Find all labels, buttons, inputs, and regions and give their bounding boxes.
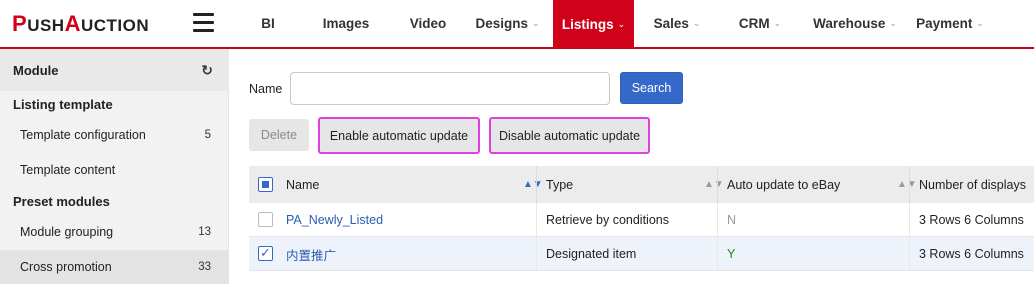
sidebar-item-template-configuration[interactable]: Template configuration 5 — [0, 118, 229, 152]
hamburger-menu-icon[interactable] — [193, 13, 214, 33]
table-header: Name ▲▼ Type ▲▼ Auto update to eBay ▲▼ N… — [249, 166, 1034, 203]
nav-label: Sales — [653, 16, 689, 31]
sidebar-item-label: Template content — [20, 163, 116, 177]
table-row[interactable]: PA_Newly_Listed Retrieve by conditions N… — [249, 203, 1034, 237]
sidebar-item-label: Module grouping — [20, 225, 114, 239]
logo-letters-ush: USH — [27, 16, 65, 35]
nav-item-warehouse[interactable]: Warehouse ⌄ — [800, 0, 910, 47]
name-search-input[interactable] — [290, 72, 610, 105]
sidebar-header: Module ↻ — [0, 49, 229, 91]
column-header-label: Number of displays — [919, 177, 1026, 192]
module-name-link[interactable]: 内置推广 — [286, 237, 336, 271]
row-checkbox[interactable] — [258, 212, 273, 227]
nav-label: CRM — [738, 16, 770, 31]
sidebar: Module ↻ Listing template Template confi… — [0, 49, 229, 284]
sort-icon[interactable]: ▲▼ — [523, 179, 543, 190]
chevron-down-icon: ⌄ — [531, 18, 540, 28]
column-divider — [717, 203, 718, 237]
sidebar-item-count: 33 — [198, 261, 211, 273]
sidebar-section-preset-modules: Preset modules — [13, 194, 110, 209]
nav-item-video[interactable]: Video — [394, 0, 462, 47]
nav-label: Listings — [561, 17, 614, 32]
main-content: Name Search Delete Enable automatic upda… — [230, 49, 1034, 283]
row-checkbox[interactable] — [258, 245, 273, 261]
delete-button[interactable]: Delete — [249, 119, 309, 151]
column-header-label: Auto update to eBay — [727, 177, 841, 192]
sidebar-title: Module — [13, 62, 59, 78]
sidebar-item-count: 5 — [204, 129, 211, 141]
sidebar-item-count: 13 — [198, 226, 211, 238]
sidebar-item-template-content[interactable]: Template content — [0, 153, 229, 187]
auto-update-cell: N — [727, 213, 737, 227]
column-divider — [717, 237, 718, 271]
column-divider — [717, 166, 718, 203]
pushauction-logo[interactable]: P USH A UCTION — [12, 11, 149, 37]
nav-label: Designs — [475, 16, 528, 31]
column-divider — [536, 203, 537, 237]
chevron-down-icon: ⌄ — [773, 18, 782, 28]
sidebar-item-module-grouping[interactable]: Module grouping 13 — [0, 215, 229, 249]
nav-label: Payment — [916, 16, 973, 31]
refresh-icon[interactable]: ↻ — [201, 62, 213, 79]
column-divider — [909, 166, 910, 203]
sidebar-item-label: Cross promotion — [20, 260, 112, 274]
logo-letters-uction: UCTION — [80, 16, 150, 35]
auto-update-cell: Y — [727, 247, 736, 261]
sidebar-item-cross-promotion[interactable]: Cross promotion 33 — [0, 250, 229, 284]
main-nav: BI Images Video Designs ⌄ Listings ⌄ Sales… — [238, 0, 990, 49]
nav-item-bi[interactable]: BI — [238, 0, 298, 47]
type-cell: Designated item — [546, 247, 637, 261]
column-header-auto-update[interactable]: Auto update to eBay ▲▼ — [727, 166, 917, 203]
nav-label: Images — [322, 16, 370, 31]
logo-letter-a: A — [64, 11, 81, 36]
column-divider — [536, 166, 537, 203]
nav-label: BI — [261, 16, 275, 31]
sort-icon[interactable]: ▲▼ — [897, 179, 917, 190]
chevron-down-icon: ⌄ — [976, 18, 984, 28]
logo-letter-p: P — [12, 11, 28, 36]
column-header-type[interactable]: Type ▲▼ — [546, 166, 724, 203]
select-all-checkbox[interactable] — [258, 177, 273, 192]
search-button[interactable]: Search — [620, 72, 683, 104]
column-header-label: Type — [546, 177, 574, 192]
column-header-label: Name — [286, 177, 320, 192]
nav-item-sales[interactable]: Sales ⌄ — [634, 0, 720, 47]
sort-icon[interactable]: ▲▼ — [704, 179, 724, 190]
displays-cell: 3 Rows 6 Columns — [919, 247, 1024, 261]
chevron-down-icon: ⌄ — [617, 19, 626, 29]
column-header-number-of-displays[interactable]: Number of displays — [919, 166, 1034, 203]
top-navigation-bar: P USH A UCTION BI Images Video Designs ⌄ Lis… — [0, 0, 1034, 49]
chevron-down-icon: ⌄ — [692, 18, 701, 28]
sidebar-section-listing-template: Listing template — [13, 97, 113, 112]
type-cell: Retrieve by conditions — [546, 213, 669, 227]
nav-item-payment[interactable]: Payment ⌄ — [910, 0, 990, 47]
column-divider — [536, 237, 537, 271]
nav-label: Warehouse — [813, 16, 886, 31]
nav-item-images[interactable]: Images — [298, 0, 394, 47]
nav-item-crm[interactable]: CRM ⌄ — [720, 0, 800, 47]
chevron-down-icon: ⌄ — [889, 18, 897, 28]
sidebar-item-label: Template configuration — [20, 128, 146, 142]
column-divider — [909, 237, 910, 271]
name-field-label: Name — [249, 82, 283, 96]
column-divider — [909, 203, 910, 237]
enable-automatic-update-button[interactable]: Enable automatic update — [318, 117, 480, 154]
nav-item-listings[interactable]: Listings ⌄ — [553, 0, 634, 49]
column-header-name[interactable]: Name ▲▼ — [286, 166, 543, 203]
module-name-link[interactable]: PA_Newly_Listed — [286, 203, 383, 237]
nav-label: Video — [409, 16, 447, 31]
disable-automatic-update-button[interactable]: Disable automatic update — [489, 117, 650, 154]
nav-item-designs[interactable]: Designs ⌄ — [462, 0, 553, 47]
displays-cell: 3 Rows 6 Columns — [919, 213, 1024, 227]
table-row[interactable]: 内置推广 Designated item Y 3 Rows 6 Columns — [249, 237, 1034, 271]
